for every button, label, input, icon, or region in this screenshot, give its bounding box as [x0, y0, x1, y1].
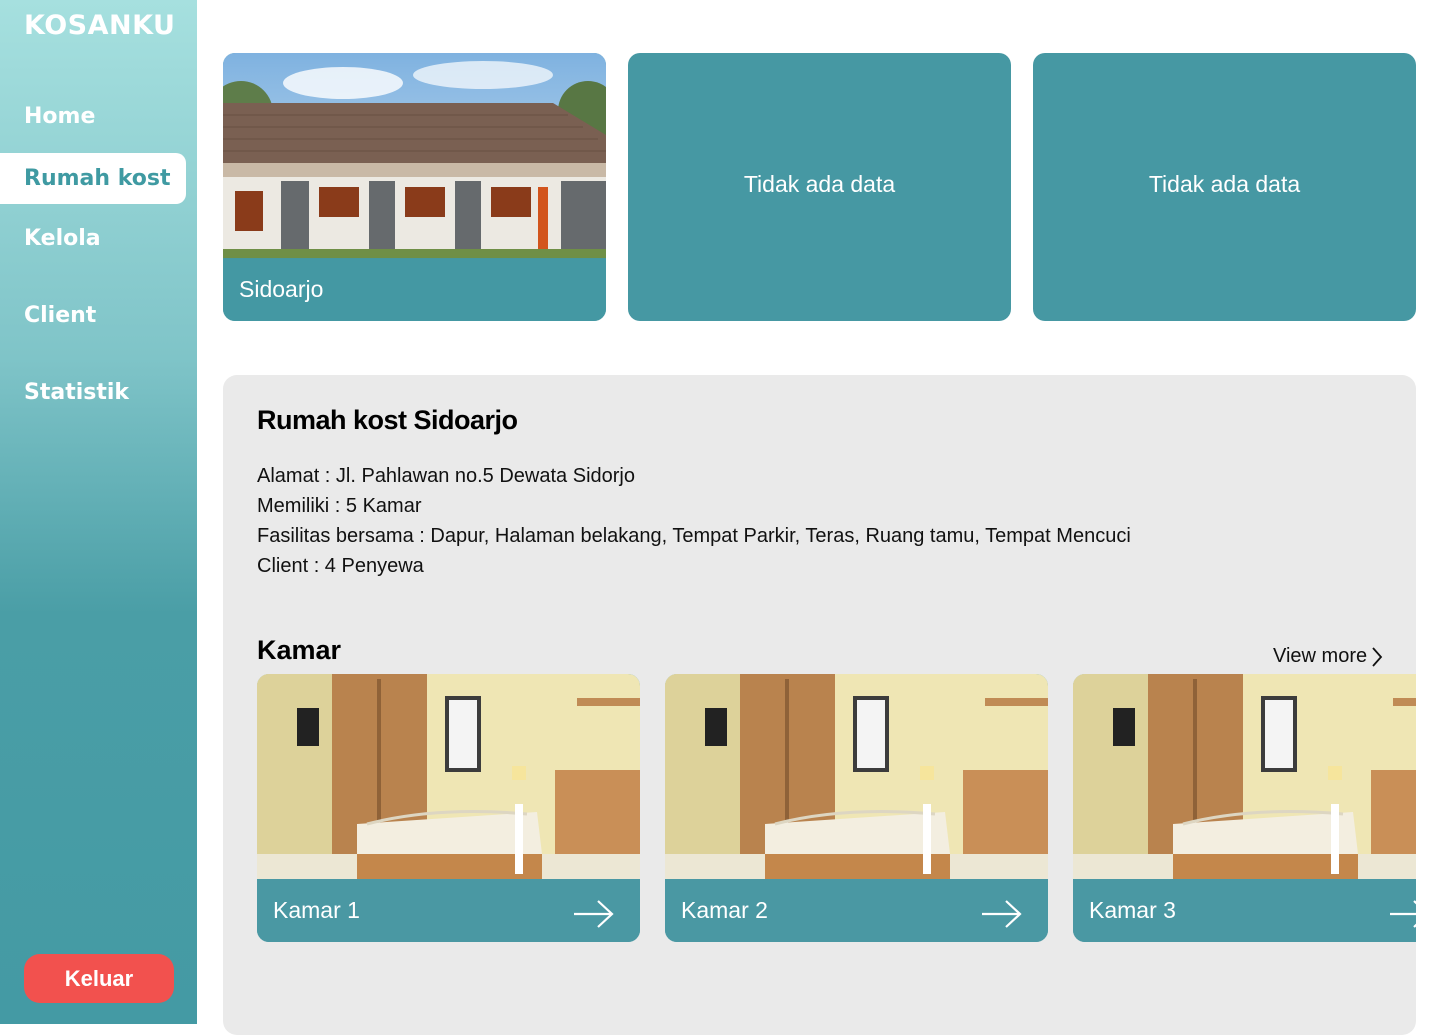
kamar-heading: Kamar [257, 635, 342, 665]
detail-client: Client : 4 Penyewa [257, 555, 424, 577]
arrow-right-icon[interactable] [572, 899, 616, 929]
room-photo [1073, 674, 1416, 880]
chevron-right-icon [1372, 646, 1383, 667]
sidebar-item-home[interactable]: Home [0, 91, 186, 142]
detail-fasilitas: Fasilitas bersama : Dapur, Halaman belak… [257, 525, 1131, 547]
room-label: Kamar 2 [681, 897, 768, 923]
room-photo [665, 674, 1048, 880]
room-label: Kamar 1 [273, 897, 360, 923]
room-card-3[interactable]: Kamar 3 [1073, 674, 1416, 942]
room-card-2[interactable]: Kamar 2 [665, 674, 1048, 942]
property-caption: Sidoarjo [223, 258, 606, 321]
sidebar-item-statistik[interactable]: Statistik [0, 367, 186, 418]
sidebar-item-client[interactable]: Client [0, 290, 186, 341]
arrow-right-icon[interactable] [1388, 899, 1416, 929]
detail-title: Rumah kost Sidoarjo [257, 405, 518, 435]
sidebar-item-rumah-kost[interactable]: Rumah kost [0, 153, 186, 204]
brand-logo: KOSANKU [24, 10, 176, 41]
view-more-label: View more [1273, 645, 1368, 667]
empty-label: Tidak ada data [743, 171, 896, 197]
sidebar: KOSANKU Home Rumah kost Kelola Client St… [0, 0, 197, 1024]
room-photo [257, 674, 640, 880]
house-photo [223, 53, 606, 259]
room-caption: Kamar 3 [1073, 879, 1416, 942]
room-card-1[interactable]: Kamar 1 [257, 674, 640, 942]
property-card-empty-2[interactable]: Tidak ada data [1033, 53, 1416, 321]
detail-alamat: Alamat : Jl. Pahlawan no.5 Dewata Sidorj… [257, 465, 635, 487]
property-detail-panel: Rumah kost Sidoarjo Alamat : Jl. Pahlawa… [223, 375, 1416, 1035]
property-card-sidoarjo[interactable]: Sidoarjo [223, 53, 606, 321]
room-caption: Kamar 2 [665, 879, 1048, 942]
logout-button[interactable]: Keluar [24, 954, 174, 1003]
detail-memiliki: Memiliki : 5 Kamar [257, 495, 422, 517]
room-list: Kamar 1 Kamar 2 Kamar 3 [257, 674, 1416, 944]
detail-info: Alamat : Jl. Pahlawan no.5 Dewata Sidorj… [257, 461, 1131, 581]
sidebar-item-kelola[interactable]: Kelola [0, 213, 186, 264]
room-label: Kamar 3 [1089, 897, 1176, 923]
arrow-right-icon[interactable] [980, 899, 1024, 929]
empty-label: Tidak ada data [1148, 171, 1301, 197]
view-more-link[interactable]: View more [1273, 645, 1383, 668]
property-card-empty-1[interactable]: Tidak ada data [628, 53, 1011, 321]
room-caption: Kamar 1 [257, 879, 640, 942]
